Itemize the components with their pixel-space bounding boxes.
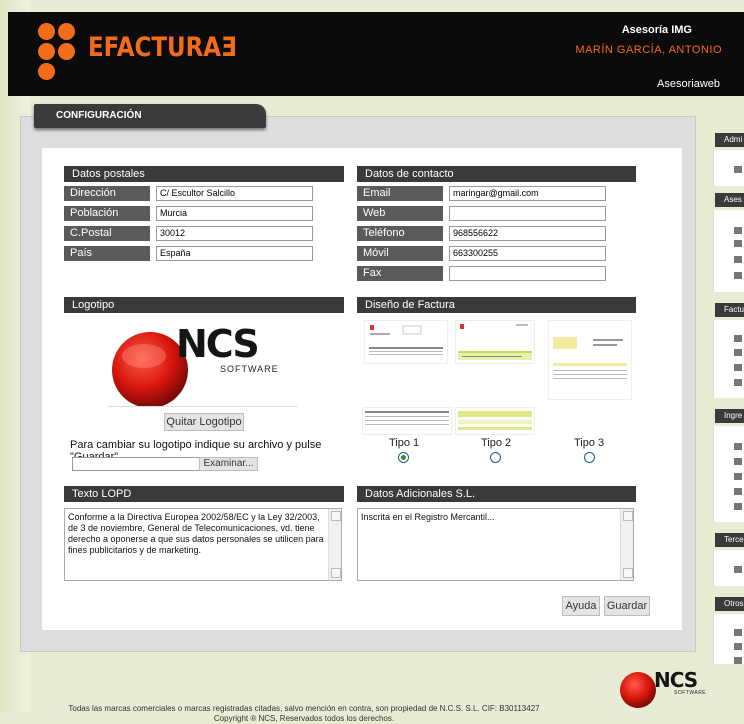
invoice-template-2-thumbnail[interactable] (455, 320, 535, 364)
design-tipo1-radio[interactable] (398, 452, 409, 463)
sidebar-section-admin[interactable]: Admi (715, 133, 744, 147)
sidebar-section-ingresos[interactable]: Ingre (715, 409, 744, 423)
lopd-section-title: Texto LOPD (64, 486, 344, 502)
app-header: EFACTURAƎ Asesoría IMG MARÍN GARCÍA, ANT… (8, 12, 744, 96)
contact-section-title: Datos de contacto (357, 166, 636, 182)
logo-text: NCS (176, 322, 260, 366)
invoice-template-4-thumbnail[interactable] (362, 407, 452, 435)
brand-name: EFACTURAƎ (88, 32, 237, 63)
web-input[interactable] (449, 206, 606, 221)
users-icon[interactable] (734, 566, 742, 573)
page-footer: Todas las marcas comerciales o marcas re… (24, 668, 722, 723)
gear-icon[interactable] (734, 256, 742, 263)
footer-legal-text: Todas las marcas comerciales o marcas re… (68, 704, 540, 713)
contact-label: Teléfono (357, 226, 443, 241)
gear-icon[interactable] (734, 272, 742, 279)
footer-logo-text: NCS (654, 668, 698, 692)
contact-label: Fax (357, 266, 443, 281)
pais-input[interactable]: España (156, 246, 313, 261)
document-icon[interactable] (734, 488, 742, 495)
invoice-template-3-thumbnail[interactable] (548, 320, 632, 400)
footer-copyright: Copyright ® NCS, Reservados todos los de… (213, 714, 395, 723)
design-section-title: Diseño de Factura (357, 297, 636, 313)
user-name[interactable]: MARÍN GARCÍA, ANTONIO (575, 44, 722, 56)
postal-label: C.Postal (64, 226, 150, 241)
users-icon[interactable] (734, 227, 742, 234)
email-input[interactable]: maringar@gmail.com (449, 186, 606, 201)
document-icon[interactable] (734, 443, 742, 450)
sidebar-panel (713, 320, 744, 398)
company-name: Asesoría IMG (621, 24, 692, 36)
lopd-scrollbar[interactable] (328, 509, 341, 580)
sidebar-section-asesoria[interactable]: Ases (715, 193, 744, 207)
logo-subtext: SOFTWARE (220, 364, 279, 374)
telefono-input[interactable]: 968556622 (449, 226, 606, 241)
gear-icon[interactable] (734, 629, 742, 636)
design-option-label: Tipo 3 (574, 437, 605, 449)
extra-text: Inscrita en el Registro Mercantil... (361, 512, 495, 522)
postal-label: Población (64, 206, 150, 221)
contact-label: Web (357, 206, 443, 221)
logo-section-title: Logotipo (64, 297, 344, 313)
hash-icon[interactable] (734, 643, 742, 650)
sidebar-section-terceros[interactable]: Terce (715, 533, 744, 547)
lopd-text: Conforme a la Directiva Europea 2002/58/… (68, 512, 324, 555)
save-button[interactable]: Guardar (604, 596, 650, 616)
help-button[interactable]: Ayuda (562, 596, 600, 616)
invoice-template-5-thumbnail[interactable] (455, 407, 535, 435)
document-icon[interactable] (734, 349, 742, 356)
document-icon[interactable] (734, 473, 742, 480)
hash-icon[interactable] (734, 657, 742, 664)
postal-section-title: Datos postales (64, 166, 344, 182)
users-icon[interactable] (734, 166, 742, 173)
postal-label: País (64, 246, 150, 261)
poblacion-input[interactable]: Murcia (156, 206, 313, 221)
document-icon[interactable] (734, 364, 742, 371)
direccion-input[interactable]: C/ Escultor Salcillo (156, 186, 313, 201)
asesoriaweb-link[interactable]: Asesoriaweb (657, 78, 720, 90)
design-tipo3-radio[interactable] (584, 452, 595, 463)
chart-icon[interactable] (734, 240, 742, 247)
fax-input[interactable] (449, 266, 606, 281)
lopd-textarea[interactable]: Conforme a la Directiva Europea 2002/58/… (64, 508, 342, 581)
design-option-label: Tipo 2 (481, 437, 512, 449)
sidebar-panel (713, 210, 744, 292)
contact-label: Móvil (357, 246, 443, 261)
postal-label: Dirección (64, 186, 150, 201)
document-icon[interactable] (734, 458, 742, 465)
chart-icon[interactable] (734, 503, 742, 510)
sidebar-section-otros[interactable]: Otros (715, 597, 744, 611)
movil-input[interactable]: 663300255 (449, 246, 606, 261)
document-icon[interactable] (734, 379, 742, 386)
browse-button[interactable]: Examinar... (199, 457, 258, 471)
footer-logo-subtext: SOFTWARE (674, 690, 707, 696)
design-option-label: Tipo 1 (389, 437, 420, 449)
logo-file-input[interactable] (72, 457, 200, 471)
extra-scrollbar[interactable] (620, 509, 633, 580)
invoice-template-1-thumbnail[interactable] (364, 320, 448, 364)
remove-logo-button[interactable]: Quitar Logotipo (164, 413, 244, 431)
tab-configuracion[interactable]: CONFIGURACIÓN (34, 104, 266, 128)
extra-textarea[interactable]: Inscrita en el Registro Mercantil... (357, 508, 634, 581)
footer-ncs-logo: NCS SOFTWARE (618, 668, 708, 712)
efactura-logo-icon (38, 23, 76, 83)
extra-section-title: Datos Adicionales S.L. (357, 486, 636, 502)
sidebar-section-facturas[interactable]: Factu (715, 303, 744, 317)
cpostal-input[interactable]: 30012 (156, 226, 313, 241)
company-logo-image: NCS SOFTWARE (108, 318, 298, 408)
printer-icon[interactable] (734, 335, 742, 342)
design-tipo2-radio[interactable] (490, 452, 501, 463)
contact-label: Email (357, 186, 443, 201)
